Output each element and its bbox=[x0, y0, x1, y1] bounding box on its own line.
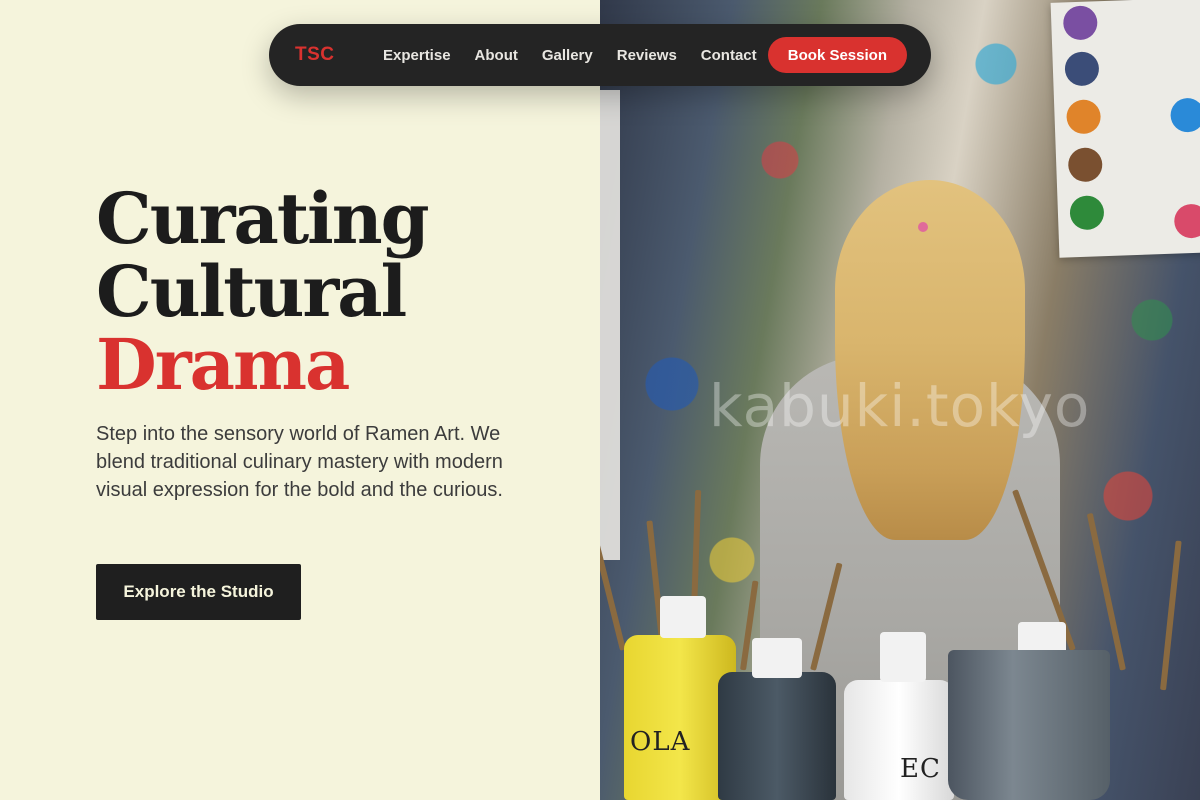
top-navigation: TSC Expertise About Gallery Reviews Cont… bbox=[269, 24, 931, 86]
nav-links: Expertise About Gallery Reviews Contact bbox=[383, 47, 768, 64]
child-hair bbox=[835, 180, 1025, 540]
hero-description: Step into the sensory world of Ramen Art… bbox=[96, 423, 503, 501]
dotted-paper bbox=[1050, 0, 1200, 258]
nav-link-gallery[interactable]: Gallery bbox=[542, 47, 593, 64]
hero-title: Curating Cultural Drama bbox=[96, 177, 430, 406]
bottle-label: EC bbox=[900, 754, 941, 784]
canvas-edge bbox=[600, 90, 620, 560]
dark-paint-bottle bbox=[718, 672, 836, 800]
nav-link-expertise[interactable]: Expertise bbox=[383, 47, 451, 64]
white-paint-bottle: EC bbox=[844, 680, 954, 800]
paint-jar bbox=[948, 650, 1110, 800]
nav-link-about[interactable]: About bbox=[475, 47, 518, 64]
book-session-button[interactable]: Book Session bbox=[767, 37, 907, 73]
nav-link-reviews[interactable]: Reviews bbox=[617, 47, 677, 64]
hero-title-line-2: Cultural bbox=[96, 250, 407, 333]
hero-title-line-1: Curating bbox=[96, 177, 430, 260]
hair-tie bbox=[918, 222, 928, 232]
logo[interactable]: TSC bbox=[295, 44, 383, 66]
explore-studio-button[interactable]: Explore the Studio bbox=[96, 564, 301, 620]
bottle-label: OLA bbox=[630, 727, 691, 757]
nav-link-contact[interactable]: Contact bbox=[701, 47, 757, 64]
image-watermark: kabuki.tokyo bbox=[709, 372, 1091, 440]
hero-title-accent: Drama bbox=[96, 323, 350, 406]
